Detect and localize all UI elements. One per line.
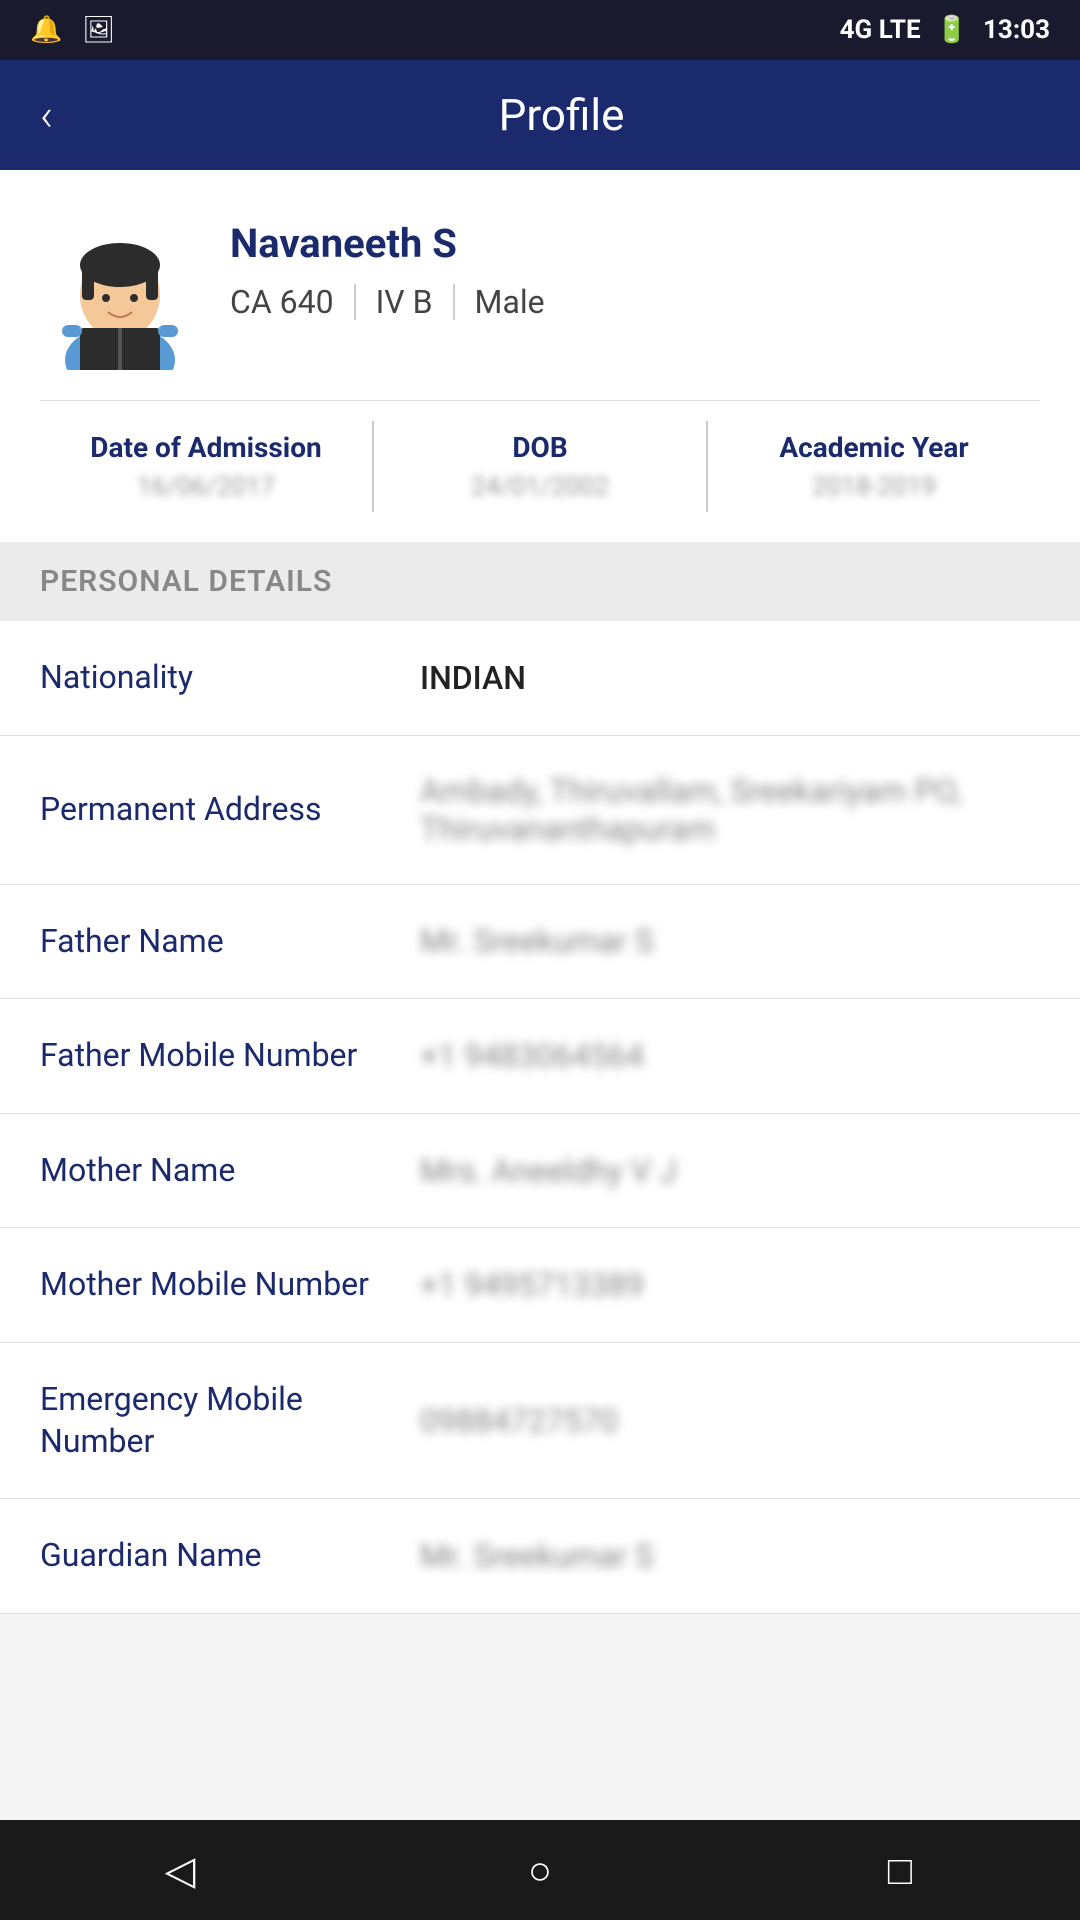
- detail-row: Mother Mobile Number+1 9495713389: [0, 1228, 1080, 1343]
- detail-row: Guardian NameMr. Sreekumar S: [0, 1499, 1080, 1614]
- detail-value: Mr. Sreekumar S: [420, 1537, 1040, 1575]
- dob-stat: DOB 24/01/2002: [374, 421, 708, 512]
- detail-label: Permanent Address: [40, 789, 420, 831]
- detail-label: Mother Mobile Number: [40, 1264, 420, 1306]
- detail-value: Mr. Sreekumar S: [420, 922, 1040, 960]
- details-list: NationalityINDIANPermanent AddressAmbady…: [0, 621, 1080, 1614]
- detail-row: NationalityINDIAN: [0, 621, 1080, 736]
- avatar: [40, 210, 200, 370]
- nav-recent-icon: □: [888, 1847, 912, 1894]
- detail-label: Mother Name: [40, 1150, 420, 1192]
- profile-info: Navaneeth S CA 640 IV B Male: [230, 210, 1040, 321]
- student-name: Navaneeth S: [230, 220, 1040, 267]
- page-title: Profile: [83, 89, 1040, 141]
- detail-value: 09884727570: [420, 1402, 1040, 1440]
- detail-label: Father Mobile Number: [40, 1035, 420, 1077]
- nav-home-button[interactable]: ○: [500, 1830, 580, 1910]
- detail-value: Mrs. Aneeldhy V J: [420, 1152, 1040, 1190]
- academic-year-stat: Academic Year 2018-2019: [708, 421, 1040, 512]
- profile-stats: Date of Admission 16/06/2017 DOB 24/01/2…: [40, 400, 1040, 512]
- profile-meta: CA 640 IV B Male: [230, 283, 1040, 321]
- academic-year-value: 2018-2019: [708, 472, 1040, 502]
- battery-icon: 🔋: [936, 15, 968, 45]
- nav-recent-button[interactable]: □: [860, 1830, 940, 1910]
- detail-row: Emergency Mobile Number09884727570: [0, 1343, 1080, 1499]
- roll-number: CA 640: [230, 283, 354, 321]
- detail-value: INDIAN: [420, 659, 1040, 697]
- detail-row: Father Mobile Number+1 9483064564: [0, 999, 1080, 1114]
- detail-row: Father NameMr. Sreekumar S: [0, 885, 1080, 1000]
- status-left-icons: 🔔 🖼: [30, 15, 115, 45]
- detail-row: Mother NameMrs. Aneeldhy V J: [0, 1114, 1080, 1229]
- admission-date-label: Date of Admission: [40, 431, 372, 464]
- nav-back-button[interactable]: ◁: [140, 1830, 220, 1910]
- network-label: 4G LTE: [840, 15, 921, 45]
- gender-label: Male: [455, 283, 565, 321]
- detail-value: +1 9495713389: [420, 1266, 1040, 1304]
- nav-back-icon: ◁: [165, 1847, 196, 1894]
- status-right-info: 4G LTE 🔋 13:03: [840, 15, 1050, 45]
- personal-details-header: PERSONAL DETAILS: [0, 542, 1080, 621]
- status-bar: 🔔 🖼 4G LTE 🔋 13:03: [0, 0, 1080, 60]
- back-button[interactable]: ‹: [40, 89, 53, 141]
- detail-label: Guardian Name: [40, 1535, 420, 1577]
- detail-value: Ambady, Thiruvallam, Sreekariyam PO, Thi…: [420, 772, 1040, 848]
- main-content: Navaneeth S CA 640 IV B Male Date of Adm…: [0, 170, 1080, 1714]
- detail-label: Nationality: [40, 657, 420, 699]
- dob-label: DOB: [374, 431, 706, 464]
- app-header: ‹ Profile: [0, 60, 1080, 170]
- bottom-nav: ◁ ○ □: [0, 1820, 1080, 1920]
- nav-home-icon: ○: [528, 1847, 552, 1894]
- detail-value: +1 9483064564: [420, 1037, 1040, 1075]
- detail-label: Father Name: [40, 921, 420, 963]
- detail-row: Permanent AddressAmbady, Thiruvallam, Sr…: [0, 736, 1080, 885]
- image-icon: 🖼: [82, 15, 115, 45]
- section-label: IV B: [356, 283, 453, 321]
- time-label: 13:03: [983, 15, 1050, 45]
- notification-icon: 🔔: [30, 15, 62, 45]
- detail-label: Emergency Mobile Number: [40, 1379, 420, 1462]
- admission-date-value: 16/06/2017: [40, 472, 372, 502]
- academic-year-label: Academic Year: [708, 431, 1040, 464]
- admission-date-stat: Date of Admission 16/06/2017: [40, 421, 374, 512]
- dob-value: 24/01/2002: [374, 472, 706, 502]
- profile-top: Navaneeth S CA 640 IV B Male: [40, 210, 1040, 370]
- profile-card: Navaneeth S CA 640 IV B Male Date of Adm…: [0, 170, 1080, 542]
